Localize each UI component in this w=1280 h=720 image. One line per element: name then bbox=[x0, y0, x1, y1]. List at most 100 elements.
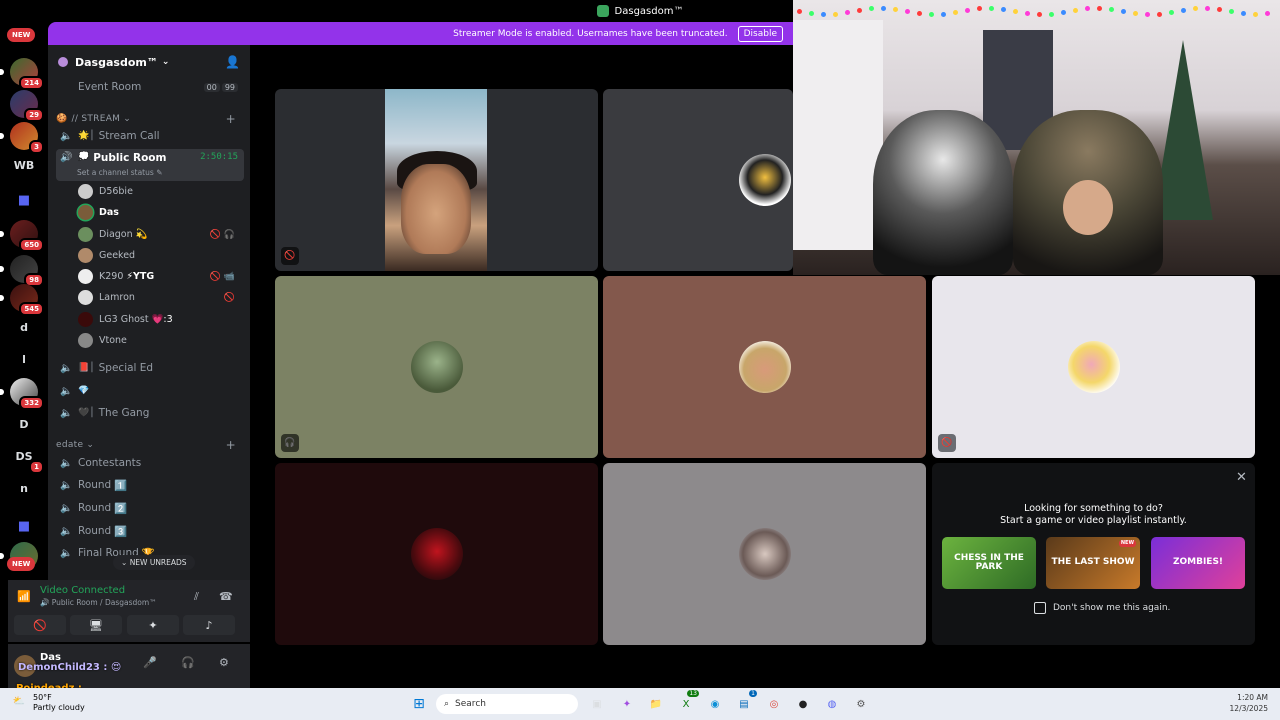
gear-icon[interactable]: ⚙ bbox=[219, 656, 229, 669]
channel-label: Public Room bbox=[93, 152, 167, 164]
server-icon-ds[interactable]: DS 1 bbox=[10, 442, 44, 474]
light-bulb bbox=[1193, 6, 1198, 12]
chevron-down-icon: ⌄ bbox=[121, 558, 128, 567]
soundboard-button[interactable]: ♪ bbox=[183, 615, 235, 635]
folder-icon[interactable]: ■ bbox=[10, 186, 38, 214]
voice-member[interactable]: D56bie bbox=[78, 182, 244, 201]
voice-member[interactable]: Diagon 💫 🚫🎧 bbox=[78, 225, 244, 244]
channel-status[interactable]: Set a channel status ✎ bbox=[77, 168, 162, 177]
keycap-3-icon: 3️⃣ bbox=[114, 525, 128, 538]
server-icon-d[interactable]: d bbox=[10, 313, 38, 341]
server-icon-n[interactable]: n bbox=[10, 474, 38, 502]
signal-icon[interactable]: 📶 bbox=[17, 590, 31, 603]
copilot-icon[interactable]: ✦ bbox=[618, 695, 636, 713]
muted-icon: 🚫 bbox=[281, 247, 299, 265]
game-card-the-last-show[interactable]: THE LAST SHOW NEW bbox=[1046, 537, 1140, 589]
microphone-icon[interactable]: 🎤 bbox=[143, 656, 157, 669]
add-channel-icon[interactable]: + bbox=[226, 112, 236, 126]
app-icon[interactable]: ● bbox=[794, 695, 812, 713]
game-card-zombies[interactable]: ZOMBIES! bbox=[1151, 537, 1245, 589]
voice-member[interactable]: Geeked bbox=[78, 246, 244, 265]
activities-button[interactable]: ✦ bbox=[127, 615, 179, 635]
new-pill-top[interactable]: NEW bbox=[7, 28, 36, 42]
avatar bbox=[78, 248, 93, 263]
light-bulb bbox=[1265, 11, 1270, 17]
voice-member[interactable]: Vtone bbox=[78, 331, 244, 350]
taskbar-search[interactable]: ⌕ Search bbox=[436, 694, 578, 714]
disconnect-icon[interactable]: ☎ bbox=[219, 590, 233, 603]
channel-stream-call[interactable]: 🔈 🌟│ Stream Call bbox=[56, 126, 244, 146]
chevron-down-icon: ⌄ bbox=[161, 57, 170, 67]
server-icon[interactable]: 650 bbox=[0, 220, 44, 252]
light-bulb bbox=[1097, 6, 1102, 12]
new-unreads-button[interactable]: ⌄ NEW UNREADS bbox=[113, 555, 195, 570]
server-icon-wb[interactable]: WB bbox=[10, 151, 38, 179]
weather-icon[interactable]: ⛅ bbox=[10, 692, 28, 710]
screen-share-button[interactable]: 🖥 bbox=[70, 615, 122, 635]
activity-heading: Looking for something to do? bbox=[1024, 503, 1163, 514]
server-icon[interactable]: 98 bbox=[0, 255, 44, 287]
server-icon[interactable]: 545 bbox=[0, 284, 44, 316]
category-stream[interactable]: 🍪 // STREAM ⌄ + bbox=[56, 112, 244, 126]
channel-round-3[interactable]: 🔈 Round 3️⃣ bbox=[56, 521, 244, 541]
channel-event-room[interactable]: Event Room 00 99 bbox=[56, 77, 244, 97]
chrome-icon[interactable]: ◎ bbox=[765, 695, 783, 713]
settings-icon[interactable]: ⚙ bbox=[852, 695, 870, 713]
category-edate[interactable]: edate ⌄ + bbox=[56, 438, 244, 452]
server-icon[interactable]: 214 bbox=[0, 58, 44, 90]
windows-start-icon[interactable]: ⊞ bbox=[410, 695, 428, 713]
dont-show-checkbox[interactable] bbox=[1034, 602, 1046, 614]
discord-icon[interactable]: ◍ bbox=[823, 695, 841, 713]
light-bulb bbox=[857, 7, 862, 13]
channel-round-2[interactable]: 🔈 Round 2️⃣ bbox=[56, 498, 244, 518]
video-tile[interactable] bbox=[603, 276, 926, 458]
light-bulb bbox=[1121, 9, 1126, 15]
invite-icon[interactable]: 👤 bbox=[225, 55, 240, 69]
headphones-icon[interactable]: 🎧 bbox=[181, 656, 195, 669]
video-tile[interactable]: 🚫 bbox=[275, 89, 598, 271]
file-explorer-icon[interactable]: 📁 bbox=[647, 695, 665, 713]
new-pill-bottom[interactable]: NEW bbox=[7, 557, 36, 571]
emoji-icon: 💭 bbox=[78, 152, 90, 162]
avatar bbox=[78, 227, 93, 242]
voice-member[interactable]: Lamron 🚫 bbox=[78, 288, 244, 307]
voice-member[interactable]: Das bbox=[78, 203, 244, 222]
guild-header[interactable]: Dasgasdom™ ⌄ 👤 bbox=[48, 45, 250, 79]
gem-icon: 💎 bbox=[78, 386, 90, 396]
avatar bbox=[78, 333, 93, 348]
weather-widget[interactable]: 50°F Partly cloudy bbox=[33, 693, 85, 714]
taskbar-clock[interactable]: 1:20 AM 12/3/2025 bbox=[1222, 693, 1268, 714]
light-bulb bbox=[797, 9, 802, 14]
noise-suppression-icon[interactable]: ⫽ bbox=[194, 590, 199, 604]
server-icon[interactable]: 3 bbox=[0, 122, 44, 154]
add-channel-icon[interactable]: + bbox=[226, 438, 236, 452]
channel-special-ed[interactable]: 🔈 📕│ Special Ed bbox=[56, 358, 244, 378]
video-tile[interactable]: 🚫 bbox=[932, 276, 1255, 458]
video-tile[interactable] bbox=[603, 463, 926, 645]
voice-member[interactable]: LG3 Ghost 💗:3 bbox=[78, 310, 244, 329]
video-tile[interactable] bbox=[275, 463, 598, 645]
store-icon[interactable]: ▤ 1 bbox=[735, 690, 757, 713]
game-card-chess-in-the-park[interactable]: CHESS IN THE PARK bbox=[942, 537, 1036, 589]
camera-off-button[interactable]: 🚫 bbox=[14, 615, 66, 635]
channel-gem[interactable]: 🔈 💎 bbox=[56, 381, 244, 401]
video-tile[interactable]: 🎧 bbox=[275, 276, 598, 458]
speaker-icon: 🔈 bbox=[60, 130, 73, 142]
channel-the-gang[interactable]: 🔈 🖤│ The Gang bbox=[56, 403, 244, 423]
server-icon-l[interactable]: l bbox=[10, 345, 38, 373]
voice-member[interactable]: K290 ⚡YTG 🚫📹 bbox=[78, 267, 244, 286]
disable-button[interactable]: Disable bbox=[737, 25, 783, 42]
xbox-icon[interactable]: X 13 bbox=[677, 690, 699, 713]
video-tile[interactable] bbox=[603, 89, 793, 271]
server-icon-D[interactable]: D bbox=[10, 410, 38, 438]
task-view-icon[interactable]: ▣ bbox=[588, 695, 606, 713]
edge-icon[interactable]: ◉ bbox=[706, 695, 724, 713]
light-bulb bbox=[1001, 7, 1006, 13]
server-icon[interactable]: 332 bbox=[0, 378, 44, 410]
channel-round-1[interactable]: 🔈 Round 1️⃣ bbox=[56, 475, 244, 495]
close-icon[interactable]: ✕ bbox=[1236, 470, 1247, 485]
channel-contestants[interactable]: 🔈 Contestants bbox=[56, 453, 244, 473]
folder-icon[interactable]: ■ bbox=[10, 512, 38, 540]
channel-label: Round bbox=[78, 502, 112, 514]
server-icon[interactable]: 29 bbox=[10, 90, 44, 122]
